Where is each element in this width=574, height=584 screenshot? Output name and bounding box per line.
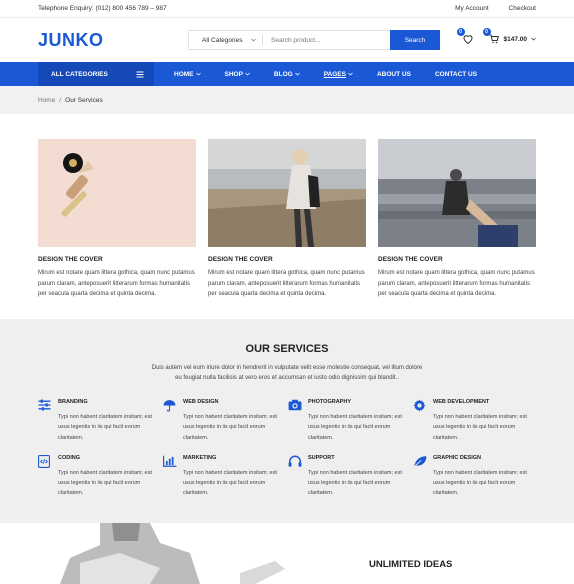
leaf-icon <box>413 455 433 469</box>
checkout-link[interactable]: Checkout <box>509 5 536 12</box>
nav-items: HOME SHOP BLOG PAGES ABOUT US CONTACT US <box>174 71 501 78</box>
service-text: Typi non habent claritatem insitam; est … <box>433 414 527 441</box>
service-marketing: MARKETING Typi non habent claritatem insi… <box>163 455 288 499</box>
chevron-down-icon <box>245 72 250 76</box>
breadcrumb-separator: / <box>59 96 62 104</box>
post-excerpt: Mirum est notare quam littera gothica, q… <box>38 270 195 297</box>
service-text: Typi non habent claritatem insitam; est … <box>58 414 152 441</box>
blog-post: DESIGN THE COVER Mirum est notare quam l… <box>378 139 536 300</box>
sliders-icon <box>38 399 58 413</box>
camera-icon <box>288 399 308 413</box>
services-section: OUR SERVICES Duis autem vel eum iriure d… <box>0 319 574 523</box>
wishlist-count-badge: 0 <box>456 28 465 36</box>
header: JUNKO All Categories Search 0 0 $147.00 <box>0 18 574 62</box>
post-title[interactable]: DESIGN THE COVER <box>38 256 196 263</box>
person-laptop-illustration <box>60 523 285 584</box>
nav-item-pages[interactable]: PAGES <box>324 71 353 78</box>
breadcrumb-home-link[interactable]: Home <box>38 97 55 104</box>
service-title: WEB DEVELOPMENT <box>433 399 490 405</box>
blog-post: DESIGN THE COVER Mirum est notare quam l… <box>208 139 366 300</box>
nav-item-home[interactable]: HOME <box>174 71 201 78</box>
all-categories-button[interactable]: ALL CATEGORIES <box>38 62 154 86</box>
blog-post: DESIGN THE COVER Mirum est notare quam l… <box>38 139 196 300</box>
wishlist-button[interactable]: 0 <box>456 28 474 46</box>
post-image-makeup-brush[interactable] <box>38 139 196 247</box>
service-title: GRAPHIC DESIGN <box>433 454 481 461</box>
chevron-down-icon <box>294 72 300 76</box>
service-title: PHOTOGRAPHY <box>308 399 351 405</box>
post-image-city-view[interactable] <box>378 139 536 247</box>
chevron-down-icon <box>348 72 353 76</box>
service-text: Typi non habent claritatem insitam; est … <box>183 469 277 497</box>
search-bar: All Categories Search <box>188 30 440 50</box>
nav-item-blog[interactable]: BLOG <box>274 71 300 78</box>
post-image-woman-walking[interactable] <box>208 139 366 247</box>
all-categories-label: ALL CATEGORIES <box>51 70 108 78</box>
service-text: Typi non habent claritatem insitam; est … <box>308 469 402 497</box>
unlimited-ideas-heading: UNLIMITED IDEAS <box>369 559 453 570</box>
services-grid: BRANDING Typi non habent claritatem insit… <box>38 399 538 511</box>
unlimited-ideas-section: UNLIMITED IDEAS <box>0 523 574 584</box>
woman-walking-illustration <box>208 139 366 247</box>
service-title: MARKETING <box>183 454 217 461</box>
header-icons: 0 0 $147.00 <box>456 28 537 46</box>
category-select-value: All Categories <box>202 36 243 44</box>
service-text: Typi non habent claritatem insitam; est … <box>433 469 527 497</box>
post-title[interactable]: DESIGN THE COVER <box>378 256 536 263</box>
umbrella-icon <box>163 399 183 413</box>
phone-enquiry: Telephone Enquiry: (012) 800 456 789 – 9… <box>38 5 167 12</box>
service-text: Typi non habent claritatem insitam; est … <box>58 469 152 497</box>
service-title: BRANDING <box>58 399 88 405</box>
code-file-icon <box>38 454 58 469</box>
service-web-development: WEB DEVELOPMENT Typi non habent claritate… <box>413 399 538 443</box>
top-links: My Account Checkout <box>437 5 536 12</box>
nav-item-shop[interactable]: SHOP <box>225 71 250 78</box>
top-bar: Telephone Enquiry: (012) 800 456 789 – 9… <box>0 0 574 18</box>
service-title: CODING <box>58 454 80 461</box>
nav-item-contact-us[interactable]: CONTACT US <box>435 71 477 78</box>
gear-icon <box>413 399 433 413</box>
service-support: SUPPORT Typi non habent claritatem insita… <box>288 455 413 499</box>
nav-item-about-us[interactable]: ABOUT US <box>377 71 411 78</box>
blog-posts: DESIGN THE COVER Mirum est notare quam l… <box>0 114 574 300</box>
my-account-link[interactable]: My Account <box>455 5 489 12</box>
service-branding: BRANDING Typi non habent claritatem insit… <box>38 399 163 443</box>
service-text: Typi non habent claritatem insitam; est … <box>308 414 402 441</box>
site-logo[interactable]: JUNKO <box>38 30 104 51</box>
service-text: Typi non habent claritatem insitam; est … <box>183 414 277 441</box>
city-view-illustration <box>378 139 536 247</box>
post-excerpt: Mirum est notare quam littera gothica, q… <box>208 270 365 297</box>
search-button[interactable]: Search <box>390 30 440 50</box>
chevron-down-icon <box>251 38 256 42</box>
cart-button[interactable]: 0 <box>482 28 500 46</box>
breadcrumb-current: Our Services <box>65 96 103 104</box>
search-input[interactable] <box>263 31 390 49</box>
service-graphic-design: GRAPHIC DESIGN Typi non habent claritatem… <box>413 455 538 499</box>
chevron-down-icon <box>531 37 536 41</box>
service-photography: PHOTOGRAPHY Typi non habent claritatem in… <box>288 399 413 443</box>
post-excerpt: Mirum est notare quam littera gothica, q… <box>378 270 535 297</box>
service-title: SUPPORT <box>308 454 335 461</box>
headset-icon <box>288 455 308 469</box>
chevron-down-icon <box>195 72 201 76</box>
makeup-brush-illustration <box>38 139 196 247</box>
bar-chart-icon <box>163 455 183 469</box>
service-title: WEB DESIGN <box>183 399 219 405</box>
services-title: OUR SERVICES <box>245 343 329 355</box>
service-coding: CODING Typi non habent claritatem insitam… <box>38 454 163 499</box>
services-intro: Duis autem vel eum iriure dolor in hendr… <box>151 365 423 381</box>
cart-total[interactable]: $147.00 <box>504 36 528 43</box>
cart-count-badge: 0 <box>482 28 491 36</box>
post-title[interactable]: DESIGN THE COVER <box>208 256 366 263</box>
service-web-design: WEB DESIGN Typi non habent claritatem ins… <box>163 399 288 443</box>
menu-icon <box>136 71 144 77</box>
main-nav: ALL CATEGORIES HOME SHOP BLOG PAGES ABOU… <box>0 62 574 86</box>
breadcrumb: Home / Our Services <box>0 86 574 114</box>
category-select[interactable]: All Categories <box>189 35 263 45</box>
